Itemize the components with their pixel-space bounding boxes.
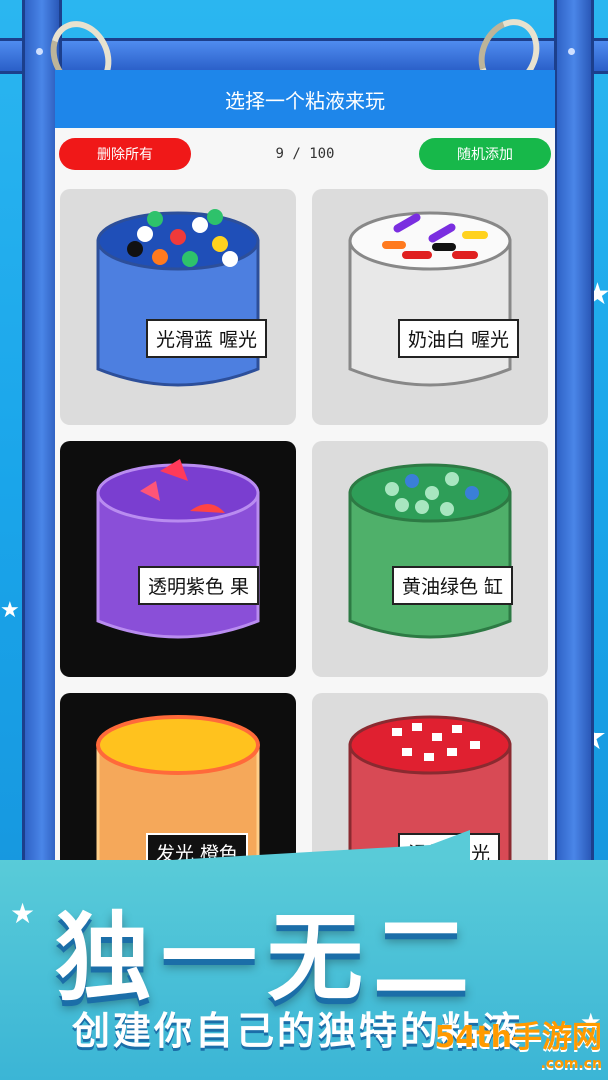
slime-label: 透明紫色 果: [138, 566, 260, 605]
board-post-right: [554, 0, 594, 873]
slime-card-cream-white[interactable]: 奶油白 喔光: [312, 189, 548, 425]
page-title: 选择一个粘液来玩: [55, 70, 555, 128]
jar-illustration: [348, 463, 512, 639]
bolt: [568, 48, 575, 55]
bolt: [36, 48, 43, 55]
toolbar: 删除所有 9 / 100 随机添加: [55, 128, 555, 180]
slime-card-butter-green[interactable]: 黄油绿色 缸: [312, 441, 548, 677]
watermark-domain: .com.cn: [540, 1056, 602, 1072]
jar-illustration: [348, 211, 512, 387]
delete-all-button[interactable]: 删除所有: [59, 138, 191, 170]
star-icon: ★: [10, 897, 36, 930]
slime-label: 奶油白 喔光: [398, 319, 520, 358]
slime-label: 光滑蓝 喔光: [146, 319, 268, 358]
jar-illustration: [96, 459, 260, 639]
watermark-brand: 54th手游网: [434, 1020, 602, 1055]
slime-card-clear-purple[interactable]: 透明紫色 果: [60, 441, 296, 677]
slime-card-smooth-blue[interactable]: 光滑蓝 喔光: [60, 189, 296, 425]
random-add-button[interactable]: 随机添加: [418, 138, 551, 170]
watermark: 54th手游网 .com.cn: [435, 1012, 602, 1072]
star-icon: ★: [0, 598, 20, 623]
slime-label: 黄油绿色 缸: [392, 566, 514, 605]
jar-illustration: [96, 209, 260, 387]
banner-slogan: 独一无二: [55, 902, 479, 1014]
slime-counter: 9 / 100: [275, 146, 335, 162]
slime-select-panel: 选择一个粘液来玩 删除所有 9 / 100 随机添加 光滑蓝 喔光 奶油白 喔光…: [55, 70, 555, 870]
